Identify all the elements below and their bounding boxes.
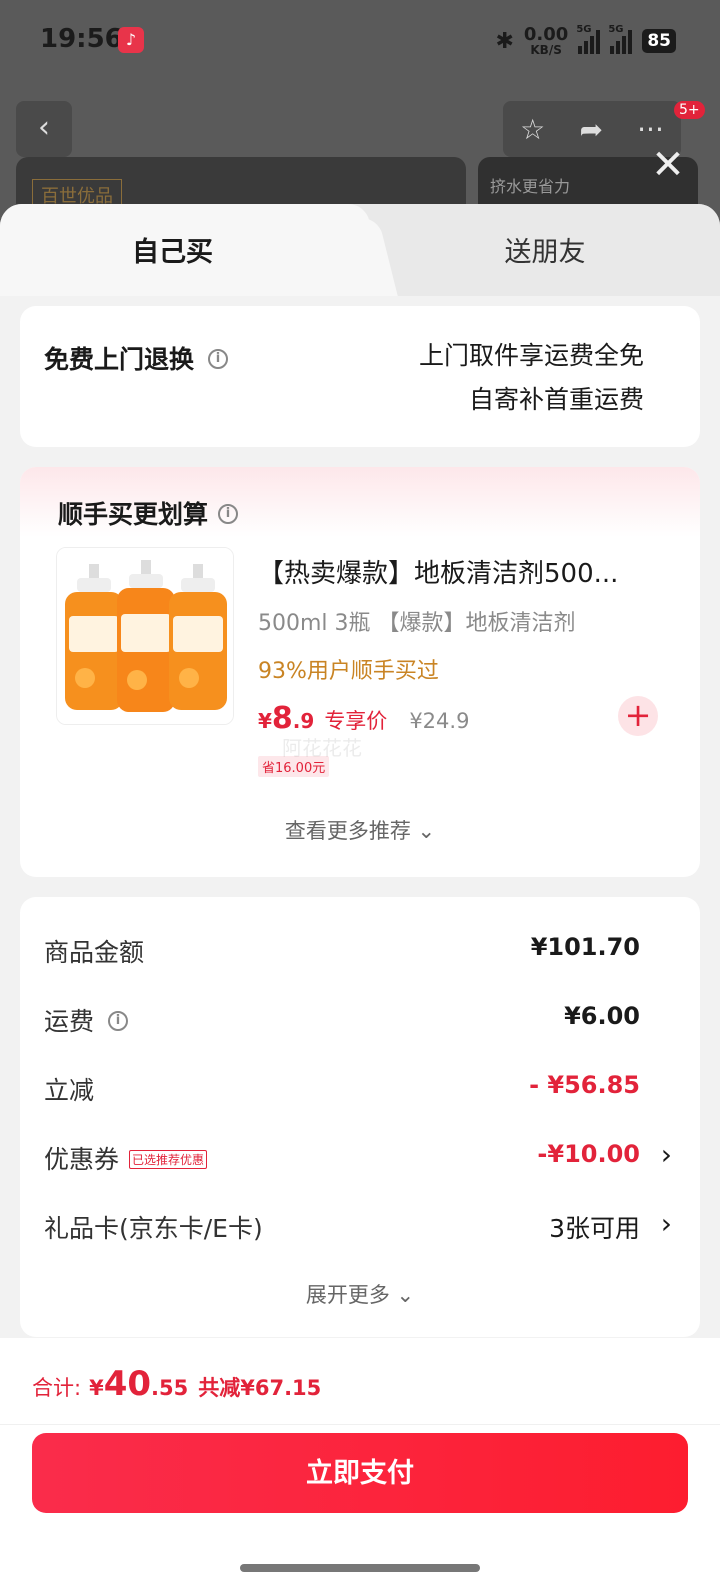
product-image[interactable]: [56, 547, 234, 725]
tab-gift-to-friend[interactable]: 送朋友: [370, 230, 720, 269]
tab-buy-for-self[interactable]: 自己买: [0, 230, 345, 269]
summary-row-giftcard[interactable]: 礼品卡(京东卡/E卡) 3张可用 ›: [44, 1207, 676, 1249]
coupon-chip: 已选推荐优惠: [129, 1150, 208, 1169]
summary-row-discount: 立减 - ¥56.85: [44, 1071, 640, 1105]
return-service-line2: 自寄补首重运费: [468, 385, 644, 414]
expand-more-link[interactable]: 展开更多 ⌄: [20, 1279, 700, 1309]
chevron-right-icon: ›: [660, 1207, 672, 1240]
signal-icon-1: 5G: [576, 24, 601, 54]
home-indicator: [240, 1564, 480, 1572]
product-price: ¥8.9 专享价 ¥24.9: [258, 701, 470, 736]
background-page: 19:56 ♪ ✱ 0.00 KB/S 5G 5G 85 ‹ ☆ ➦ ··· 5+…: [0, 0, 720, 230]
more-recommendations-link[interactable]: 查看更多推荐 ⌄: [20, 815, 700, 845]
message-badge: 5+: [674, 101, 705, 119]
status-time: 19:56: [40, 24, 123, 54]
bottom-bar: 合计: ¥40.55 共减¥67.15 立即支付: [0, 1338, 720, 1584]
net-speed: 0.00 KB/S: [523, 24, 569, 57]
info-icon[interactable]: i: [218, 504, 239, 524]
back-button[interactable]: ‹: [16, 101, 72, 157]
chevron-down-icon: ⌄: [396, 1283, 415, 1307]
order-total: 合计: ¥40.55 共减¥67.15: [32, 1364, 322, 1404]
divider: [0, 1424, 720, 1425]
status-indicators: ✱ 0.00 KB/S 5G 5G 85: [495, 24, 676, 57]
signal-icon-2: 5G: [608, 24, 633, 54]
battery-icon: 85: [642, 29, 676, 53]
return-service-line1: 上门取件享运费全免: [418, 341, 644, 370]
summary-row-goods: 商品金额 ¥101.70: [44, 933, 640, 967]
purchase-tabs: 自己买 送朋友: [0, 204, 720, 296]
return-service-title: 免费上门退换 i: [44, 340, 229, 376]
recommend-title: 顺手买更划算 i: [58, 495, 239, 531]
product-bought-rate: 93%用户顺手买过: [258, 659, 439, 684]
summary-row-shipping: 运费 i ¥6.00: [44, 1002, 640, 1036]
add-to-order-button[interactable]: +: [618, 696, 658, 736]
return-service-card: 免费上门退换 i 上门取件享运费全免 自寄补首重运费: [20, 306, 700, 447]
product-name[interactable]: 【热卖爆款】地板清洁剂500...: [258, 553, 678, 590]
bluetooth-icon: ✱: [495, 28, 514, 54]
more-icon[interactable]: ···: [637, 113, 664, 146]
recommend-card: 顺手买更划算 i 【热卖爆款】地板清洁剂500... 500ml 3瓶 【爆款】…: [20, 467, 700, 877]
price-summary-card: 商品金额 ¥101.70 运费 i ¥6.00 立减 - ¥56.85 优惠券 已选…: [20, 897, 700, 1337]
original-price: ¥24.9: [409, 709, 470, 733]
status-bar: 19:56 ♪ ✱ 0.00 KB/S 5G 5G 85: [0, 0, 720, 80]
product-spec: 500ml 3瓶 【爆款】地板清洁剂: [258, 611, 576, 636]
info-icon[interactable]: i: [108, 1011, 129, 1031]
chevron-down-icon: ⌄: [417, 819, 436, 843]
close-icon[interactable]: ✕: [648, 145, 688, 185]
bg-promo-label: 挤水更省力: [490, 177, 571, 196]
summary-row-coupon[interactable]: 优惠券 已选推荐优惠 -¥10.00 ›: [44, 1138, 676, 1180]
share-icon[interactable]: ➦: [579, 113, 602, 146]
chevron-right-icon: ›: [660, 1138, 672, 1171]
pay-now-button[interactable]: 立即支付: [32, 1433, 688, 1513]
favorite-star-icon[interactable]: ☆: [520, 113, 545, 146]
music-app-icon: ♪: [118, 27, 144, 53]
watermark: 阿花花花: [282, 736, 362, 760]
total-saved: 共减¥67.15: [198, 1376, 322, 1400]
info-icon[interactable]: i: [208, 349, 229, 369]
